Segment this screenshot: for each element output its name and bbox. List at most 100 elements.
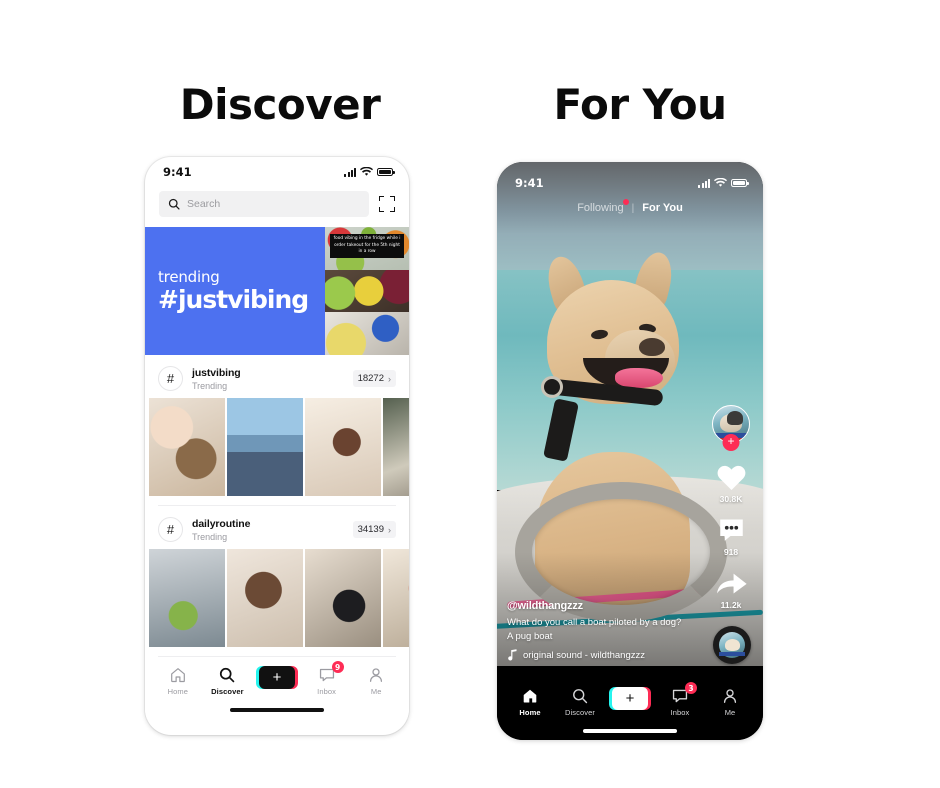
thumbnail[interactable]	[149, 398, 225, 496]
video-caption-line-2: A pug boat	[507, 630, 553, 642]
tab-following-label: Following	[577, 202, 624, 214]
hashtag-meta: dailyroutine Trending	[192, 518, 353, 542]
comment-button[interactable]: 918	[715, 515, 748, 557]
sound-disc-band	[719, 652, 745, 656]
thumbnail[interactable]	[305, 398, 381, 496]
nav-label: Me	[370, 687, 382, 696]
heart-icon	[715, 462, 748, 492]
profile-avatar[interactable]: +	[712, 405, 750, 451]
create-plus-wrap[interactable]: +	[255, 666, 298, 689]
nav-item-create[interactable]: +	[607, 687, 653, 722]
thumbnail[interactable]	[383, 398, 409, 496]
create-plus-icon[interactable]: +	[609, 687, 651, 710]
hash-icon: #	[158, 517, 183, 542]
like-count: 30.8K	[719, 494, 743, 504]
hashtag-thumbnail-strip[interactable]	[145, 398, 409, 496]
nav-label: Home	[167, 687, 188, 696]
home-indicator	[145, 701, 409, 719]
status-bar-left: 9:41	[145, 157, 409, 187]
phone-mockup-discover: 9:41 Search trending #justvibing food vi…	[145, 157, 409, 735]
nav-item-inbox[interactable]: 9 Inbox	[304, 661, 350, 696]
thumbnail[interactable]	[149, 549, 225, 647]
tab-bar: Home Discover +	[497, 678, 763, 722]
video-dog-nose	[639, 338, 665, 356]
nav-item-create[interactable]: +	[254, 666, 300, 701]
hashtag-subtitle: Trending	[192, 380, 228, 391]
hashtag-count: 18272	[357, 373, 384, 384]
search-input[interactable]: Search	[159, 191, 369, 217]
hashtag-name: justvibing	[192, 366, 241, 379]
banner-blue-panel: trending #justvibing	[145, 227, 325, 355]
status-time: 9:41	[163, 165, 192, 179]
scan-code-icon[interactable]	[379, 196, 395, 212]
banner-label: trending	[158, 268, 220, 287]
hashtag-count: 34139	[357, 524, 384, 535]
bottom-nav-left: Home Discover + 9 Inbox Me	[145, 657, 409, 719]
hashtag-row-dailyroutine[interactable]: # dailyroutine Trending 34139 ›	[145, 506, 409, 549]
sound-disc-avatar[interactable]	[713, 626, 751, 664]
wifi-icon	[360, 167, 373, 176]
sound-row[interactable]: original sound - wildthangzzz	[507, 649, 701, 661]
tab-for-you[interactable]: For You	[642, 202, 683, 214]
person-icon	[367, 666, 385, 684]
home-indicator	[497, 722, 763, 740]
hashtag-name: dailyroutine	[192, 517, 251, 530]
create-plus-icon[interactable]: +	[255, 666, 298, 689]
nav-label: Discover	[565, 708, 595, 717]
status-time: 9:41	[515, 176, 544, 190]
chevron-right-icon: ›	[388, 524, 391, 535]
tab-bar: Home Discover +	[145, 657, 409, 701]
chevron-right-icon: ›	[388, 373, 391, 384]
status-icons	[698, 178, 749, 188]
nav-label: Inbox	[317, 687, 336, 696]
banner-hashtag: #justvibing	[158, 284, 309, 314]
home-icon	[521, 687, 539, 705]
screen-root: Discover For You 9:41 Search trending #j…	[0, 0, 940, 788]
nav-label: Me	[724, 708, 736, 717]
battery-icon	[731, 179, 749, 187]
action-rail: + 30.8K 918 11.2k	[708, 405, 754, 610]
hashtag-row-justvibing[interactable]: # justvibing Trending 18272 ›	[145, 355, 409, 398]
like-button[interactable]: 30.8K	[715, 462, 748, 504]
search-icon	[571, 687, 589, 705]
nav-item-discover[interactable]: Discover	[204, 666, 250, 696]
nav-item-discover[interactable]: Discover	[557, 687, 603, 717]
page-title-discover: Discover	[179, 80, 381, 129]
notification-dot-icon	[622, 199, 629, 205]
bottom-nav-right: Home Discover + 3 Inbox Me	[497, 678, 763, 740]
signal-bars-icon	[698, 178, 710, 188]
video-caption-line-1: What do you call a boat piloted by a dog…	[507, 617, 682, 629]
nav-item-home[interactable]: Home	[155, 666, 201, 696]
music-note-icon	[507, 649, 518, 661]
share-count: 11.2k	[720, 600, 742, 610]
nav-item-inbox[interactable]: 3 Inbox	[657, 682, 703, 717]
thumbnail[interactable]	[227, 398, 303, 496]
page-title-for-you: For You	[553, 80, 728, 129]
comment-count: 918	[723, 547, 739, 557]
hashtag-thumbnail-strip[interactable]	[145, 549, 409, 647]
nav-item-me[interactable]: Me	[353, 666, 399, 696]
nav-item-me[interactable]: Me	[707, 687, 753, 717]
hashtag-subtitle: Trending	[192, 531, 228, 542]
banner-thumb	[325, 269, 409, 313]
follow-plus-icon[interactable]: +	[722, 434, 740, 451]
status-bar-right: 9:41	[497, 168, 763, 198]
create-plus-wrap[interactable]: +	[609, 687, 651, 710]
thumbnail[interactable]	[227, 549, 303, 647]
banner-thumb	[325, 312, 409, 356]
feed-tabs: Following | For You	[497, 199, 763, 214]
thumbnail[interactable]	[305, 549, 381, 647]
share-button[interactable]: 11.2k	[715, 568, 748, 610]
tab-following[interactable]: Following	[577, 199, 629, 214]
nav-item-home[interactable]: Home	[507, 687, 553, 717]
trending-banner[interactable]: trending #justvibing food vibing in the …	[145, 227, 409, 356]
hashtag-count-badge[interactable]: 34139 ›	[352, 521, 396, 538]
hashtag-count-badge[interactable]: 18272 ›	[352, 370, 396, 387]
thumbnail[interactable]	[383, 549, 409, 647]
battery-icon	[377, 168, 395, 176]
signal-bars-icon	[344, 167, 356, 177]
video-caption: @wildthangzzz What do you call a boat pi…	[507, 600, 701, 661]
hashtag-meta: justvibing Trending	[192, 367, 353, 391]
search-placeholder: Search	[187, 198, 221, 210]
video-author-handle[interactable]: @wildthangzzz	[507, 600, 701, 612]
